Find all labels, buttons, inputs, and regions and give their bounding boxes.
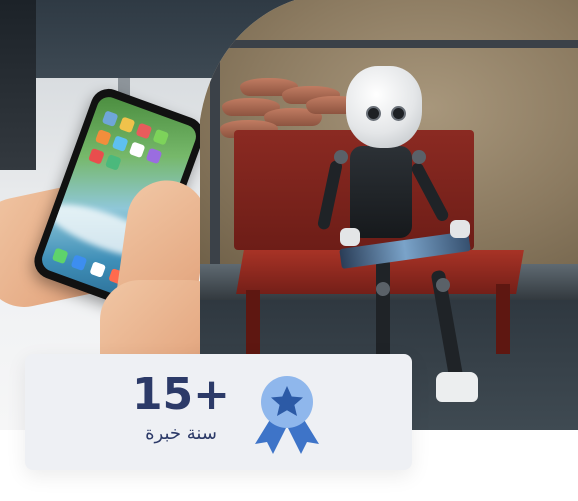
experience-years-number: 15+ [131, 369, 231, 420]
experience-years-label: سنة خبرة [145, 423, 217, 444]
award-ribbon-star-icon [255, 376, 319, 454]
robot-head [346, 66, 422, 148]
experience-stat-card: 15+ سنة خبرة [25, 354, 412, 470]
robot [350, 146, 412, 238]
hero-image-collage: 15+ سنة خبرة [0, 0, 578, 501]
